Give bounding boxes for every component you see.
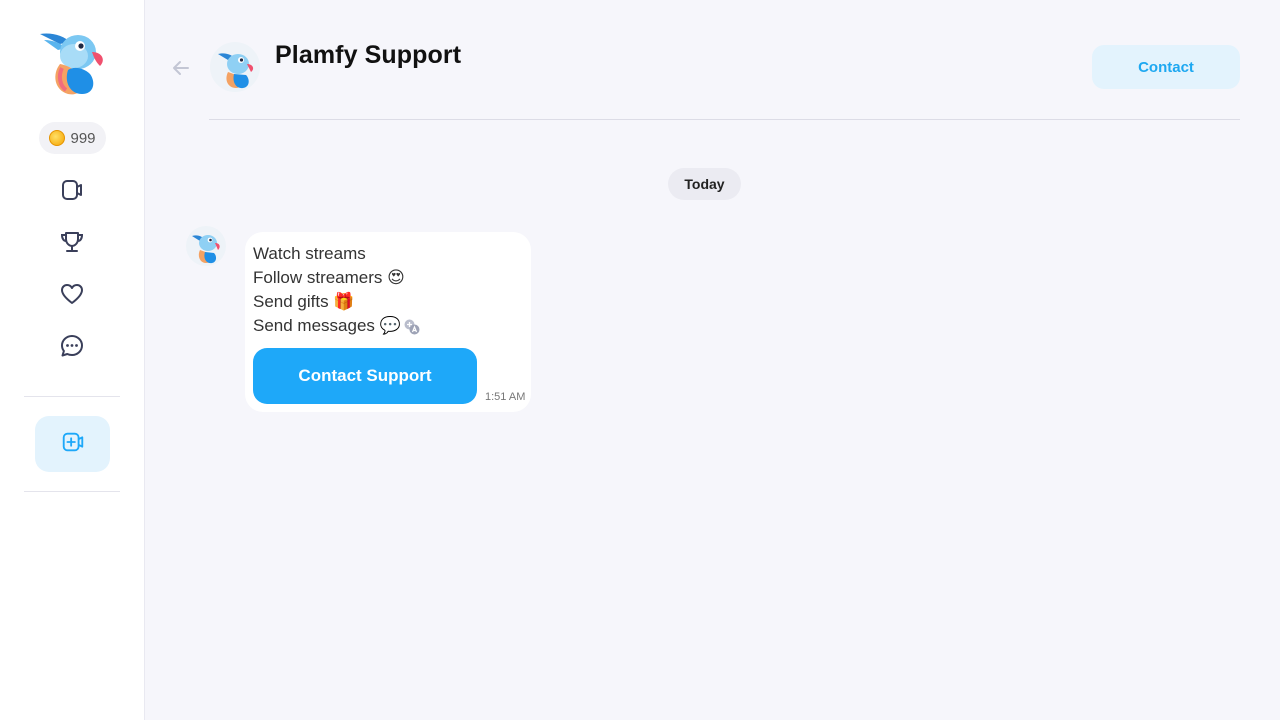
message-line: Follow streamers 😍 xyxy=(253,268,405,287)
go-live-button[interactable] xyxy=(35,416,110,472)
message-line: Watch streams xyxy=(253,244,366,263)
header-divider xyxy=(209,119,1240,120)
sidebar-divider-bottom xyxy=(24,491,120,492)
message-bubble: Watch streams Follow streamers 😍 Send gi… xyxy=(245,232,531,412)
coin-icon xyxy=(49,130,66,146)
message-line: Send messages 💬 xyxy=(253,316,401,335)
page-title: Plamfy Support xyxy=(275,41,462,69)
avatar xyxy=(210,42,260,92)
translate-icon[interactable] xyxy=(403,318,421,336)
message-avatar xyxy=(186,226,226,266)
contact-support-button[interactable]: Contact Support xyxy=(253,348,477,404)
coin-balance[interactable]: 999 xyxy=(39,122,106,154)
message-timestamp: 1:51 AM xyxy=(485,391,526,403)
video-icon[interactable] xyxy=(58,176,86,204)
back-arrow-icon[interactable] xyxy=(170,57,192,79)
message-line: Send gifts 🎁 xyxy=(253,292,355,311)
add-video-icon xyxy=(60,429,86,460)
trophy-icon[interactable] xyxy=(58,228,86,256)
contact-button[interactable]: Contact xyxy=(1092,45,1240,89)
date-separator: Today xyxy=(668,168,741,200)
chat-icon[interactable] xyxy=(58,332,86,360)
sidebar: 999 xyxy=(0,0,145,720)
heart-icon[interactable] xyxy=(58,280,86,308)
coin-count: 999 xyxy=(70,129,96,147)
sidebar-divider xyxy=(24,396,120,397)
message-line-wrap: Send messages 💬 xyxy=(253,314,421,338)
plamfy-logo[interactable] xyxy=(38,30,108,98)
